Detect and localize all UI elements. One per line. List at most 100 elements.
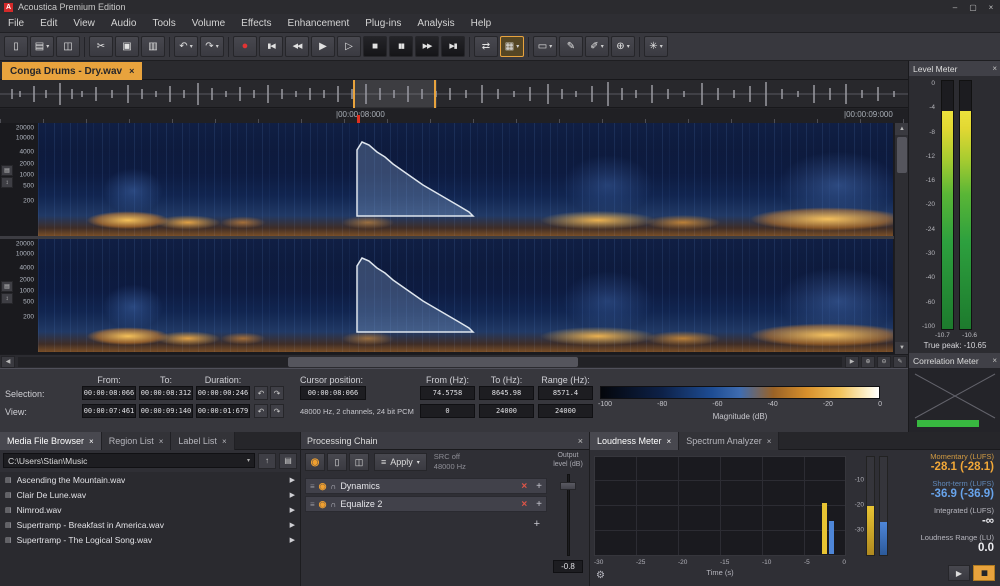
scroll-down-button[interactable]: ▼ <box>895 342 909 354</box>
close-icon[interactable]: × <box>992 356 997 365</box>
redo-button[interactable]: ↷▾ <box>200 36 224 57</box>
open-file-button[interactable]: ▤▾ <box>30 36 54 57</box>
loudness-play-button[interactable]: ▶ <box>948 565 970 581</box>
media-file-row[interactable]: ▤ Supertramp - Breakfast in America.wav … <box>0 517 300 532</box>
preview-play-button[interactable]: ▶ <box>290 491 295 499</box>
menu-item[interactable]: Tools <box>144 14 183 33</box>
effect-power-icon[interactable]: ◉ <box>319 499 327 510</box>
retouch-tool-button[interactable]: ✳▾ <box>644 36 668 57</box>
maximize-button[interactable]: ▢ <box>964 0 982 14</box>
menu-item[interactable]: Audio <box>103 14 145 33</box>
panel-tab[interactable]: Loudness Meter× <box>590 432 679 450</box>
view-undo-button[interactable]: ↶ <box>254 404 268 418</box>
zoom-edit-button[interactable]: ✎ <box>893 356 907 368</box>
remove-effect-icon[interactable]: × <box>521 499 527 510</box>
media-file-row[interactable]: ▤ Supertramp - The Logical Song.wav ▶ <box>0 532 300 547</box>
to-hz-field[interactable]: 8645.98 <box>479 386 534 400</box>
record-button[interactable]: ● <box>233 36 257 57</box>
selection-to-field[interactable]: 00:00:08:312 <box>139 386 193 400</box>
close-icon[interactable]: × <box>667 437 672 446</box>
chain-power-button[interactable]: ◉ <box>305 453 325 471</box>
apply-button[interactable]: ≡ Apply ▾ <box>374 453 427 471</box>
channel-menu-button[interactable]: ▤ <box>1 281 13 292</box>
close-icon[interactable]: × <box>129 66 134 76</box>
minimize-button[interactable]: – <box>946 0 964 14</box>
channel-resize-button[interactable]: ↕ <box>1 293 13 304</box>
zoom-in-button[interactable]: ⊕ <box>861 356 875 368</box>
preview-play-button[interactable]: ▶ <box>290 536 295 544</box>
paste-button[interactable]: ▥ <box>141 36 165 57</box>
loop-button[interactable]: ⇄ <box>474 36 498 57</box>
panel-tab[interactable]: Region List× <box>102 432 172 450</box>
menu-item[interactable]: Edit <box>32 14 65 33</box>
chain-effect-row[interactable]: ≡ ◉ ∩ Dynamics × + <box>305 478 547 494</box>
selection-redo-button[interactable]: ↷ <box>270 386 284 400</box>
preview-play-button[interactable]: ▶ <box>290 506 295 514</box>
playhead-cursor[interactable] <box>357 115 360 123</box>
spectrogram-channel-left[interactable] <box>38 123 893 236</box>
save-button[interactable]: ◫ <box>56 36 80 57</box>
close-window-button[interactable]: × <box>982 0 1000 14</box>
fast-forward-button[interactable]: ▶▶ <box>415 36 439 57</box>
chain-new-button[interactable]: ▯ <box>327 453 347 471</box>
preview-play-button[interactable]: ▶ <box>290 521 295 529</box>
headphones-icon[interactable]: ∩ <box>331 482 337 491</box>
panel-tab[interactable]: Spectrum Analyzer× <box>679 432 779 450</box>
menu-item[interactable]: Enhancement <box>280 14 358 33</box>
go-to-end-button[interactable]: ▶▮ <box>441 36 465 57</box>
play-selection-button[interactable]: ▷ <box>337 36 361 57</box>
menu-item[interactable]: File <box>0 14 32 33</box>
range-hz-field[interactable]: 8571.4 <box>538 386 593 400</box>
stop-button[interactable]: ■ <box>363 36 387 57</box>
selection-from-field[interactable]: 00:00:08:066 <box>82 386 136 400</box>
view-duration-field[interactable]: 00:00:01:679 <box>196 404 250 418</box>
menu-item[interactable]: View <box>65 14 103 33</box>
effect-power-icon[interactable]: ◉ <box>319 481 327 492</box>
spectral-selection[interactable] <box>353 244 483 348</box>
go-to-start-button[interactable]: ▮◀ <box>259 36 283 57</box>
view-redo-button[interactable]: ↷ <box>270 404 284 418</box>
selection-undo-button[interactable]: ↶ <box>254 386 268 400</box>
vertical-scrollbar[interactable]: ▲ ▼ <box>894 123 908 354</box>
close-icon[interactable]: × <box>992 64 997 73</box>
channel-resize-button[interactable]: ↕ <box>1 177 13 188</box>
chain-effect-row[interactable]: ≡ ◉ ∩ Equalize 2 × + <box>305 496 547 512</box>
close-icon[interactable]: × <box>159 437 164 446</box>
spectrogram-toggle-button[interactable]: ▦▾ <box>500 36 524 57</box>
panel-tab[interactable]: Media File Browser× <box>0 432 102 450</box>
scroll-right-button[interactable]: ▶ <box>845 356 859 368</box>
menu-item[interactable]: Help <box>463 14 500 33</box>
media-file-row[interactable]: ▤ Nimrod.wav ▶ <box>0 502 300 517</box>
channel-menu-button[interactable]: ▤ <box>1 165 13 176</box>
close-icon[interactable]: × <box>222 437 227 446</box>
pencil-tool-button[interactable]: ✎ <box>559 36 583 57</box>
undo-button[interactable]: ↶▾ <box>174 36 198 57</box>
cut-button[interactable]: ✂ <box>89 36 113 57</box>
menu-item[interactable]: Analysis <box>409 14 462 33</box>
close-icon[interactable]: × <box>578 436 583 446</box>
browse-folder-button[interactable]: ▤ <box>279 453 297 469</box>
to-hz-field-2[interactable]: 24000 <box>479 404 534 418</box>
preview-play-button[interactable]: ▶ <box>290 476 295 484</box>
menu-item[interactable]: Effects <box>233 14 279 33</box>
panel-tab[interactable]: Label List× <box>171 432 234 450</box>
rewind-button[interactable]: ◀◀ <box>285 36 309 57</box>
timeline-ruler[interactable]: |00:00:08:000 |00:00:09:000 <box>0 109 908 123</box>
output-level-slider[interactable] <box>558 474 578 556</box>
media-file-row[interactable]: ▤ Clair De Lune.wav ▶ <box>0 487 300 502</box>
level-peak-readouts[interactable]: -10.7 -10.6 <box>935 332 977 339</box>
view-to-field[interactable]: 00:00:09:140 <box>139 404 193 418</box>
close-icon[interactable]: × <box>89 437 94 446</box>
media-file-row[interactable]: ▤ Ascending the Mountain.wav ▶ <box>0 472 300 487</box>
range-hz-field-2[interactable]: 24000 <box>538 404 593 418</box>
waveform-overview[interactable] <box>0 80 908 108</box>
parent-folder-button[interactable]: ↑ <box>258 453 276 469</box>
brush-tool-button[interactable]: ✐▾ <box>585 36 609 57</box>
document-tab[interactable]: Conga Drums - Dry.wav × <box>2 62 142 80</box>
vertical-scrollbar-thumb[interactable] <box>897 137 907 173</box>
headphones-icon[interactable]: ∩ <box>331 500 337 509</box>
spectrogram-channel-right[interactable] <box>38 239 893 352</box>
menu-item[interactable]: Plug-ins <box>357 14 409 33</box>
from-hz-field[interactable]: 74.5758 <box>420 386 475 400</box>
scroll-up-button[interactable]: ▲ <box>895 123 909 135</box>
